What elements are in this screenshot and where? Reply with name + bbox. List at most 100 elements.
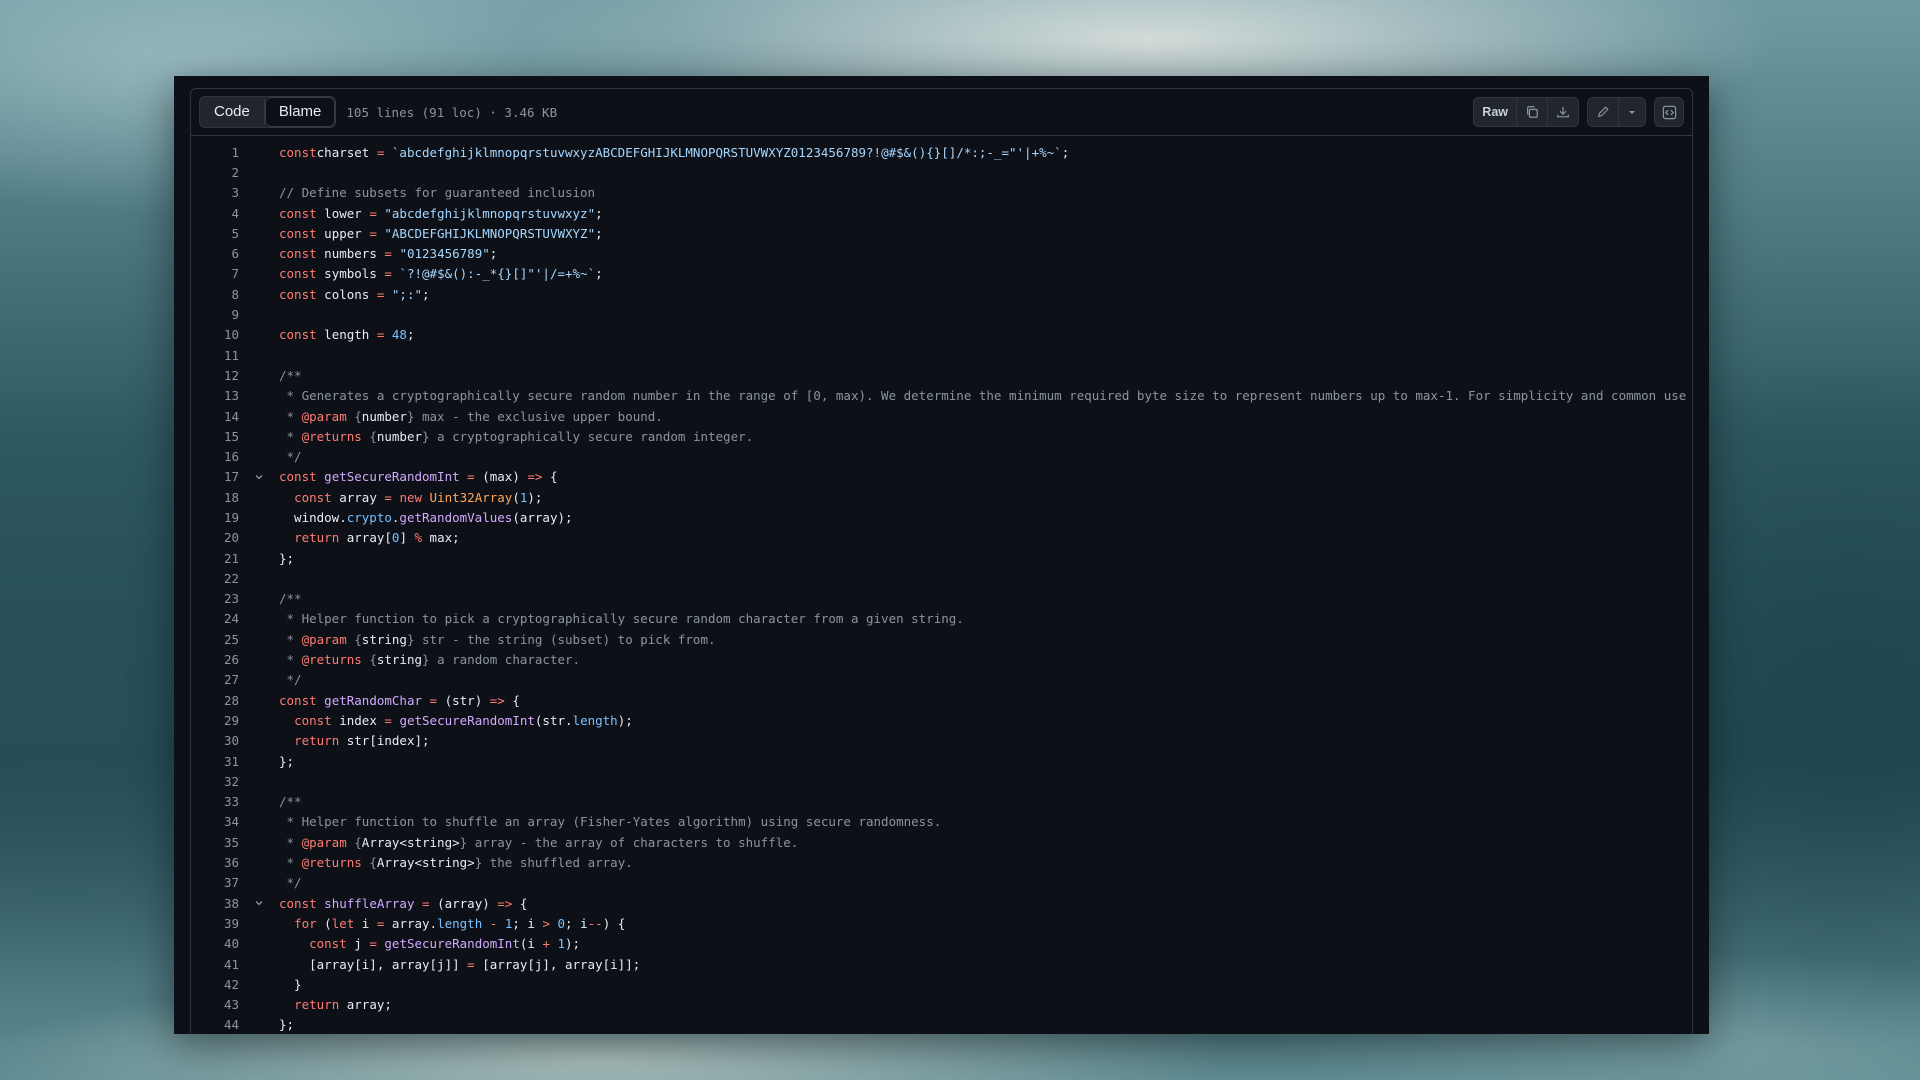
- line-number[interactable]: 30: [191, 733, 239, 748]
- code-line[interactable]: 32: [191, 771, 1692, 791]
- tab-blame[interactable]: Blame: [264, 97, 336, 127]
- line-number[interactable]: 6: [191, 246, 239, 261]
- line-number[interactable]: 22: [191, 571, 239, 586]
- code-line[interactable]: 14 * @param {number} max - the exclusive…: [191, 406, 1692, 426]
- line-number[interactable]: 1: [191, 145, 239, 160]
- code-line[interactable]: 8 const colons = ";:";: [191, 284, 1692, 304]
- code-line[interactable]: 23 /**: [191, 589, 1692, 609]
- line-number[interactable]: 20: [191, 530, 239, 545]
- code-line[interactable]: 5 const upper = "ABCDEFGHIJKLMNOPQRSTUVWX…: [191, 223, 1692, 243]
- line-number[interactable]: 3: [191, 185, 239, 200]
- code-line[interactable]: 26 * @returns {string} a random characte…: [191, 649, 1692, 669]
- code-line[interactable]: 2: [191, 162, 1692, 182]
- line-number[interactable]: 27: [191, 672, 239, 687]
- line-number[interactable]: 7: [191, 266, 239, 281]
- code-line[interactable]: 15 * @returns {number} a cryptographical…: [191, 426, 1692, 446]
- code-line[interactable]: 35 * @param {Array<string>} array - the …: [191, 832, 1692, 852]
- code-line[interactable]: 10 const length = 48;: [191, 325, 1692, 345]
- line-number[interactable]: 34: [191, 814, 239, 829]
- line-number[interactable]: 9: [191, 307, 239, 322]
- code-line[interactable]: 42 }: [191, 974, 1692, 994]
- line-number[interactable]: 33: [191, 794, 239, 809]
- code-line[interactable]: 22: [191, 568, 1692, 588]
- line-number[interactable]: 43: [191, 997, 239, 1012]
- code-line[interactable]: 34 * Helper function to shuffle an array…: [191, 812, 1692, 832]
- code-line[interactable]: 43 return array;: [191, 994, 1692, 1014]
- line-number[interactable]: 10: [191, 327, 239, 342]
- line-number[interactable]: 35: [191, 835, 239, 850]
- code-line[interactable]: 12 /**: [191, 365, 1692, 385]
- raw-button[interactable]: Raw: [1474, 98, 1517, 126]
- code-line[interactable]: 37 */: [191, 873, 1692, 893]
- code-line[interactable]: 44};: [191, 1015, 1692, 1034]
- code-line[interactable]: 25 * @param {string} str - the string (s…: [191, 629, 1692, 649]
- line-number[interactable]: 24: [191, 611, 239, 626]
- copy-raw-button[interactable]: [1517, 98, 1548, 126]
- code-line[interactable]: 18 const array = new Uint32Array(1);: [191, 487, 1692, 507]
- line-number[interactable]: 39: [191, 916, 239, 931]
- code-line[interactable]: 21};: [191, 548, 1692, 568]
- code-line[interactable]: 13 * Generates a cryptographically secur…: [191, 386, 1692, 406]
- code-area[interactable]: 1 constcharset = `abcdefghijklmnopqrstuvw…: [191, 136, 1692, 1034]
- code-line[interactable]: 41 [array[i], array[j]] = [array[j], arr…: [191, 954, 1692, 974]
- code-line[interactable]: 29 const index = getSecureRandomInt(str.…: [191, 710, 1692, 730]
- code-line[interactable]: 24 * Helper function to pick a cryptogra…: [191, 609, 1692, 629]
- code-line[interactable]: 4 const lower = "abcdefghijklmnopqrstuvwx…: [191, 203, 1692, 223]
- code-line[interactable]: 27 */: [191, 670, 1692, 690]
- code-line[interactable]: 33 /**: [191, 792, 1692, 812]
- line-number[interactable]: 26: [191, 652, 239, 667]
- code-line[interactable]: 3 // Define subsets for guaranteed inclus…: [191, 183, 1692, 203]
- code-line[interactable]: 28 const getRandomChar = (str) => {: [191, 690, 1692, 710]
- code-line[interactable]: 17 const getSecureRandomInt = (max) => {: [191, 467, 1692, 487]
- edit-button[interactable]: [1588, 98, 1619, 126]
- line-number[interactable]: 44: [191, 1017, 239, 1032]
- edit-dropdown-button[interactable]: [1619, 98, 1645, 126]
- tab-code[interactable]: Code: [200, 97, 265, 127]
- code-line[interactable]: 9: [191, 304, 1692, 324]
- code-line[interactable]: 1 constcharset = `abcdefghijklmnopqrstuvw…: [191, 142, 1692, 162]
- line-number[interactable]: 23: [191, 591, 239, 606]
- code-line[interactable]: 39 for (let i = array.length - 1; i > 0;…: [191, 913, 1692, 933]
- code-line[interactable]: 38 const shuffleArray = (array) => {: [191, 893, 1692, 913]
- line-number[interactable]: 17: [191, 469, 239, 484]
- line-number[interactable]: 5: [191, 226, 239, 241]
- line-number[interactable]: 31: [191, 754, 239, 769]
- line-number[interactable]: 28: [191, 693, 239, 708]
- line-number[interactable]: 11: [191, 348, 239, 363]
- line-number[interactable]: 13: [191, 388, 239, 403]
- line-number[interactable]: 16: [191, 449, 239, 464]
- line-number[interactable]: 41: [191, 957, 239, 972]
- line-number[interactable]: 21: [191, 551, 239, 566]
- line-number[interactable]: 37: [191, 875, 239, 890]
- line-number[interactable]: 14: [191, 409, 239, 424]
- line-number[interactable]: 2: [191, 165, 239, 180]
- line-number[interactable]: 32: [191, 774, 239, 789]
- line-number[interactable]: 15: [191, 429, 239, 444]
- code-line[interactable]: 40 const j = getSecureRandomInt(i + 1);: [191, 934, 1692, 954]
- code-line[interactable]: 30 return str[index];: [191, 731, 1692, 751]
- fold-chevron-icon[interactable]: [239, 898, 279, 908]
- code-line[interactable]: 6 const numbers = "0123456789";: [191, 243, 1692, 263]
- code-line[interactable]: 7 const symbols = `?!@#$&():-_*{}[]"'|/=+…: [191, 264, 1692, 284]
- line-number[interactable]: 8: [191, 287, 239, 302]
- code-token: =: [361, 225, 385, 241]
- line-number[interactable]: 25: [191, 632, 239, 647]
- line-number[interactable]: 42: [191, 977, 239, 992]
- code-line[interactable]: 36 * @returns {Array<string>} the shuffl…: [191, 852, 1692, 872]
- code-line[interactable]: 16 */: [191, 446, 1692, 466]
- line-number[interactable]: 40: [191, 936, 239, 951]
- fold-chevron-icon[interactable]: [239, 472, 279, 482]
- line-number[interactable]: 36: [191, 855, 239, 870]
- symbols-panel-button[interactable]: [1654, 97, 1684, 127]
- line-number[interactable]: 19: [191, 510, 239, 525]
- line-number[interactable]: 4: [191, 206, 239, 221]
- download-button[interactable]: [1548, 98, 1578, 126]
- line-number[interactable]: 18: [191, 490, 239, 505]
- code-line[interactable]: 31};: [191, 751, 1692, 771]
- line-number[interactable]: 12: [191, 368, 239, 383]
- code-line[interactable]: 19 window.crypto.getRandomValues(array);: [191, 507, 1692, 527]
- code-line[interactable]: 11: [191, 345, 1692, 365]
- code-line[interactable]: 20 return array[0] % max;: [191, 528, 1692, 548]
- line-number[interactable]: 38: [191, 896, 239, 911]
- line-number[interactable]: 29: [191, 713, 239, 728]
